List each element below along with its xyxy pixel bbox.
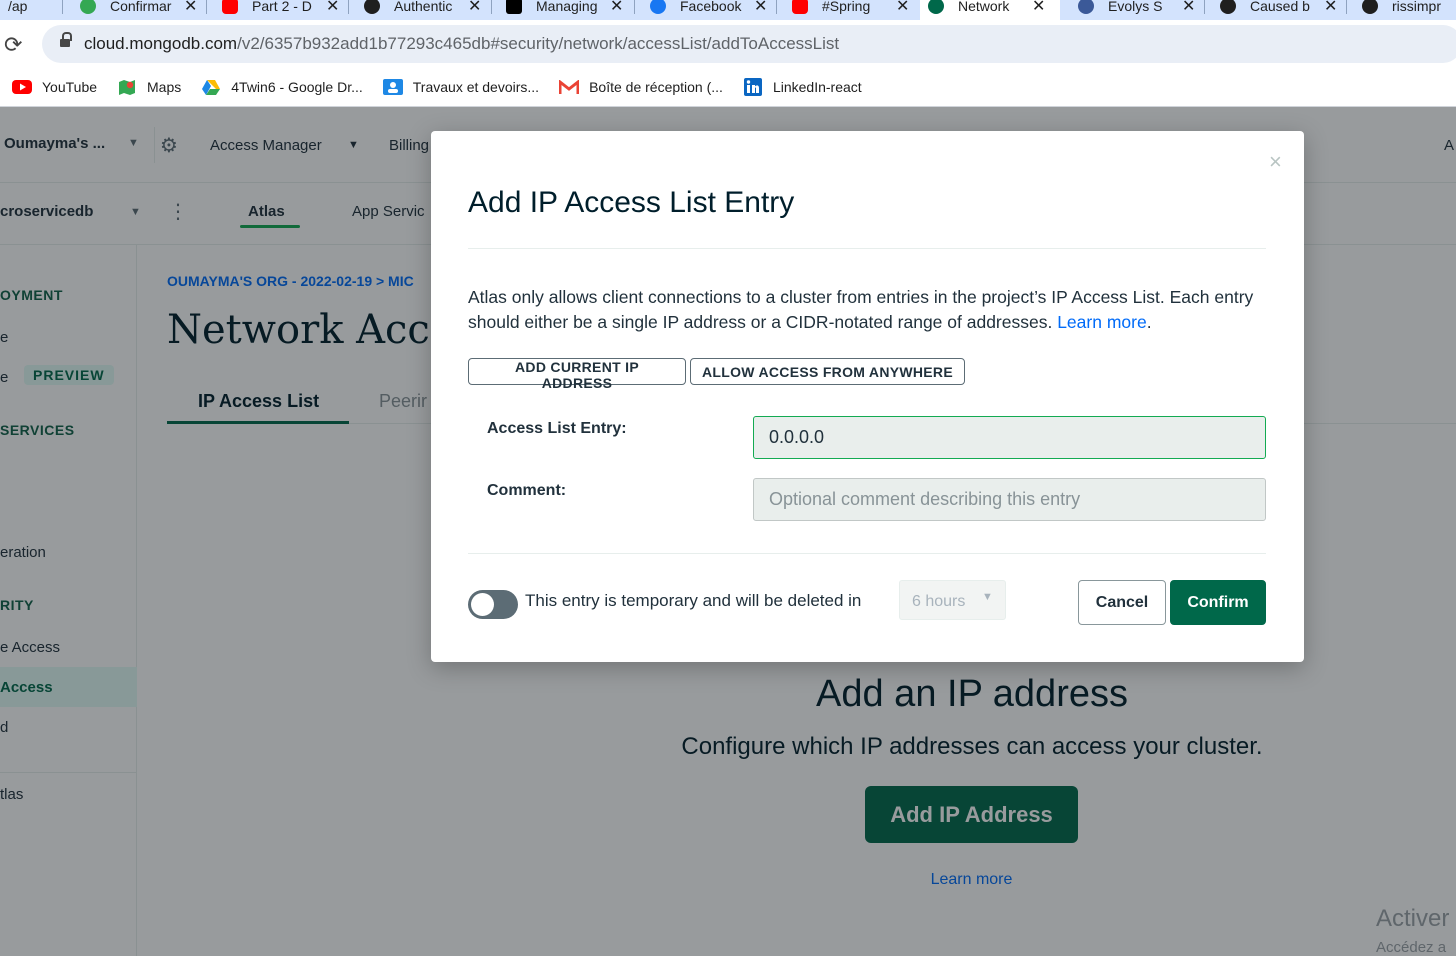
github-icon xyxy=(1220,0,1236,14)
app-icon xyxy=(1362,0,1378,14)
browser-tab[interactable]: rissimpr xyxy=(1354,0,1456,20)
access-list-entry-input[interactable] xyxy=(753,416,1266,459)
bookmark-youtube[interactable]: YouTube xyxy=(12,79,97,95)
temporary-entry-text: This entry is temporary and will be dele… xyxy=(525,591,862,610)
youtube-icon xyxy=(792,0,808,14)
url-path: /v2/6357b932add1b77293c465db#security/ne… xyxy=(237,34,840,53)
close-icon[interactable]: ✕ xyxy=(326,0,339,16)
tab-separator xyxy=(491,0,492,14)
browser-tab[interactable]: #Spring ✕ xyxy=(784,0,917,20)
address-bar[interactable]: cloud.mongodb.com/v2/6357b932add1b77293c… xyxy=(42,25,1456,63)
close-icon[interactable]: ✕ xyxy=(468,0,481,16)
leaf-icon xyxy=(80,0,96,14)
comment-input[interactable] xyxy=(753,478,1266,521)
tab-separator xyxy=(62,0,63,14)
confirm-button[interactable]: Confirm xyxy=(1170,580,1266,625)
bookmark-drive[interactable]: 4Twin6 - Google Dr... xyxy=(201,79,363,95)
bookmark-maps[interactable]: Maps xyxy=(117,79,181,95)
divider xyxy=(468,553,1266,554)
divider xyxy=(468,248,1266,249)
url-host: cloud.mongodb.com xyxy=(84,34,238,53)
bookmarks-bar: YouTube Maps 4Twin6 - Google Dr... Trava… xyxy=(0,68,1456,107)
comment-label: Comment: xyxy=(487,482,567,499)
maps-icon xyxy=(117,79,137,95)
close-icon[interactable]: ✕ xyxy=(1182,0,1195,16)
bookmark-label: YouTube xyxy=(42,79,98,95)
bookmark-label: Maps xyxy=(147,79,182,95)
tab-separator xyxy=(206,0,207,14)
tab-label: Network xyxy=(958,0,1010,14)
tab-label: Caused b xyxy=(1250,0,1310,14)
bookmark-label: Travaux et devoirs... xyxy=(412,79,540,95)
temporary-entry-toggle[interactable] xyxy=(468,590,518,619)
close-icon[interactable]: ✕ xyxy=(1324,0,1337,16)
tab-label: Facebook xyxy=(680,0,742,14)
tab-label: Managing xyxy=(536,0,598,14)
lock-icon[interactable] xyxy=(60,32,72,49)
tab-separator xyxy=(1346,0,1347,14)
add-ip-access-list-modal: × Add IP Access List Entry Atlas only al… xyxy=(431,131,1304,662)
gmail-icon xyxy=(559,79,580,95)
globe-icon xyxy=(1078,0,1094,14)
linkedin-icon xyxy=(743,78,763,96)
browser-tab[interactable]: Part 2 - D ✕ xyxy=(214,0,347,20)
tab-label: Part 2 - D xyxy=(252,0,312,14)
browser-tab[interactable]: Authentic ✕ xyxy=(356,0,489,20)
mongodb-icon xyxy=(928,0,944,14)
google-drive-icon xyxy=(201,79,221,95)
browser-tab[interactable]: Facebook ✕ xyxy=(642,0,775,20)
learn-more-link[interactable]: Learn more xyxy=(1057,312,1147,332)
description-suffix: . xyxy=(1146,312,1152,332)
bookmark-linkedin[interactable]: LinkedIn-react xyxy=(743,78,862,96)
bookmark-classroom[interactable]: Travaux et devoirs... xyxy=(382,79,540,95)
access-list-entry-label: Access List Entry: xyxy=(487,420,627,437)
tab-label: Authentic xyxy=(394,0,453,14)
browser-tab[interactable]: Caused b ✕ xyxy=(1212,0,1345,20)
facebook-icon xyxy=(650,0,666,14)
github-icon xyxy=(364,0,380,14)
tab-separator xyxy=(348,0,349,14)
bookmark-label: Boîte de réception (... xyxy=(589,79,723,95)
close-icon[interactable]: ✕ xyxy=(610,0,623,16)
youtube-icon xyxy=(222,0,238,14)
close-icon[interactable]: × xyxy=(1269,149,1282,175)
reload-icon[interactable]: ⟳ xyxy=(4,32,22,58)
url-text[interactable]: cloud.mongodb.com/v2/6357b932add1b77293c… xyxy=(84,34,839,54)
modal-description: Atlas only allows client connections to … xyxy=(468,285,1268,335)
tab-label: #Spring xyxy=(822,0,871,14)
tab-label: Evolys S xyxy=(1108,0,1163,14)
browser-tab[interactable]: Evolys S ✕ xyxy=(1070,0,1203,20)
medium-icon xyxy=(506,0,522,14)
browser-tab-strip: /ap ✕ Confirmar ✕ Part 2 - D ✕ Authentic… xyxy=(0,0,1456,20)
browser-tab[interactable]: Confirmar ✕ xyxy=(72,0,205,20)
browser-toolbar: ⟳ cloud.mongodb.com/v2/6357b932add1b7729… xyxy=(0,20,1456,68)
add-current-ip-button[interactable]: ADD CURRENT IP ADDRESS xyxy=(468,358,686,391)
browser-tab[interactable]: Managing ✕ xyxy=(498,0,631,20)
close-icon[interactable]: ✕ xyxy=(184,0,197,16)
caret-down-icon: ▼ xyxy=(982,591,993,603)
duration-select[interactable]: 6 hours ▼ xyxy=(899,580,1006,620)
toggle-knob xyxy=(471,593,494,616)
bookmark-label: 4Twin6 - Google Dr... xyxy=(231,79,363,95)
close-icon[interactable]: ✕ xyxy=(754,0,767,16)
classroom-icon xyxy=(382,79,403,95)
tab-separator xyxy=(1204,0,1205,14)
browser-tab-active[interactable]: Network ✕ xyxy=(920,0,1060,20)
close-icon[interactable]: ✕ xyxy=(1032,0,1045,16)
modal-title: Add IP Access List Entry xyxy=(468,186,795,219)
tab-label: Confirmar xyxy=(110,0,172,14)
bookmark-label: LinkedIn-react xyxy=(772,79,862,95)
tab-separator xyxy=(776,0,777,14)
allow-access-anywhere-button[interactable]: ALLOW ACCESS FROM ANYWHERE xyxy=(690,358,965,385)
bookmark-gmail[interactable]: Boîte de réception (... xyxy=(559,79,723,95)
tab-label: rissimpr xyxy=(1392,0,1441,14)
cancel-button[interactable]: Cancel xyxy=(1078,580,1166,625)
close-icon[interactable]: ✕ xyxy=(896,0,909,16)
tab-separator xyxy=(634,0,635,14)
youtube-icon xyxy=(12,79,32,95)
duration-value: 6 hours xyxy=(912,593,966,610)
